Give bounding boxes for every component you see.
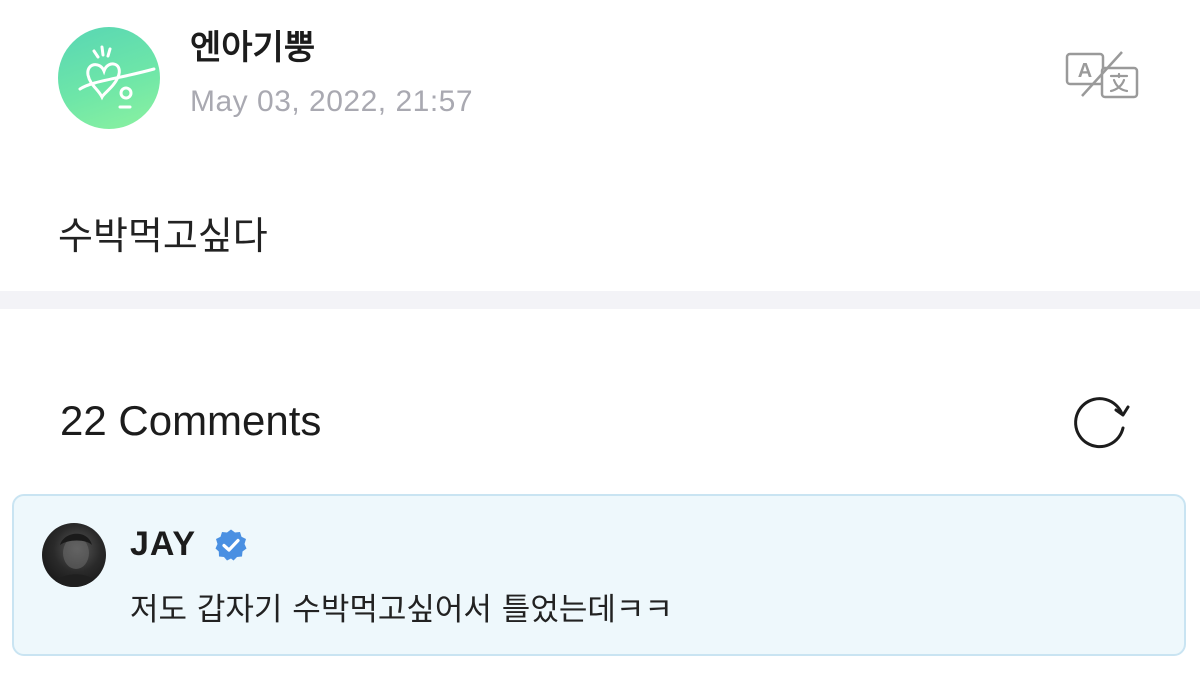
refresh-comments-button[interactable] xyxy=(1070,392,1132,450)
comment-item-highlighted[interactable]: JAY 저도 갑자기 수박먹고싶어서 틀었는데ㅋㅋ xyxy=(12,494,1186,656)
translate-icon: A xyxy=(1065,51,1139,99)
section-divider xyxy=(0,291,1200,309)
verified-badge-icon xyxy=(215,529,247,561)
comment-author-name[interactable]: JAY xyxy=(130,524,196,564)
profile-photo-icon xyxy=(52,533,98,587)
post-body-text: 수박먹고싶다 xyxy=(58,214,268,258)
author-avatar[interactable] xyxy=(58,27,160,129)
post-timestamp: May 03, 2022, 21:57 xyxy=(190,85,474,118)
svg-text:A: A xyxy=(1078,60,1092,82)
post-author-name[interactable]: 엔아기뿡 xyxy=(190,28,315,68)
comment-text: 저도 갑자기 수박먹고싶어서 틀었는데ㅋㅋ xyxy=(130,592,673,628)
comments-count-heading: 22 Comments xyxy=(60,397,322,444)
avatar-doodle-icon xyxy=(78,45,156,109)
comment-author-avatar[interactable] xyxy=(42,523,106,587)
translate-button[interactable]: A xyxy=(1064,50,1140,100)
refresh-icon xyxy=(1074,397,1130,449)
